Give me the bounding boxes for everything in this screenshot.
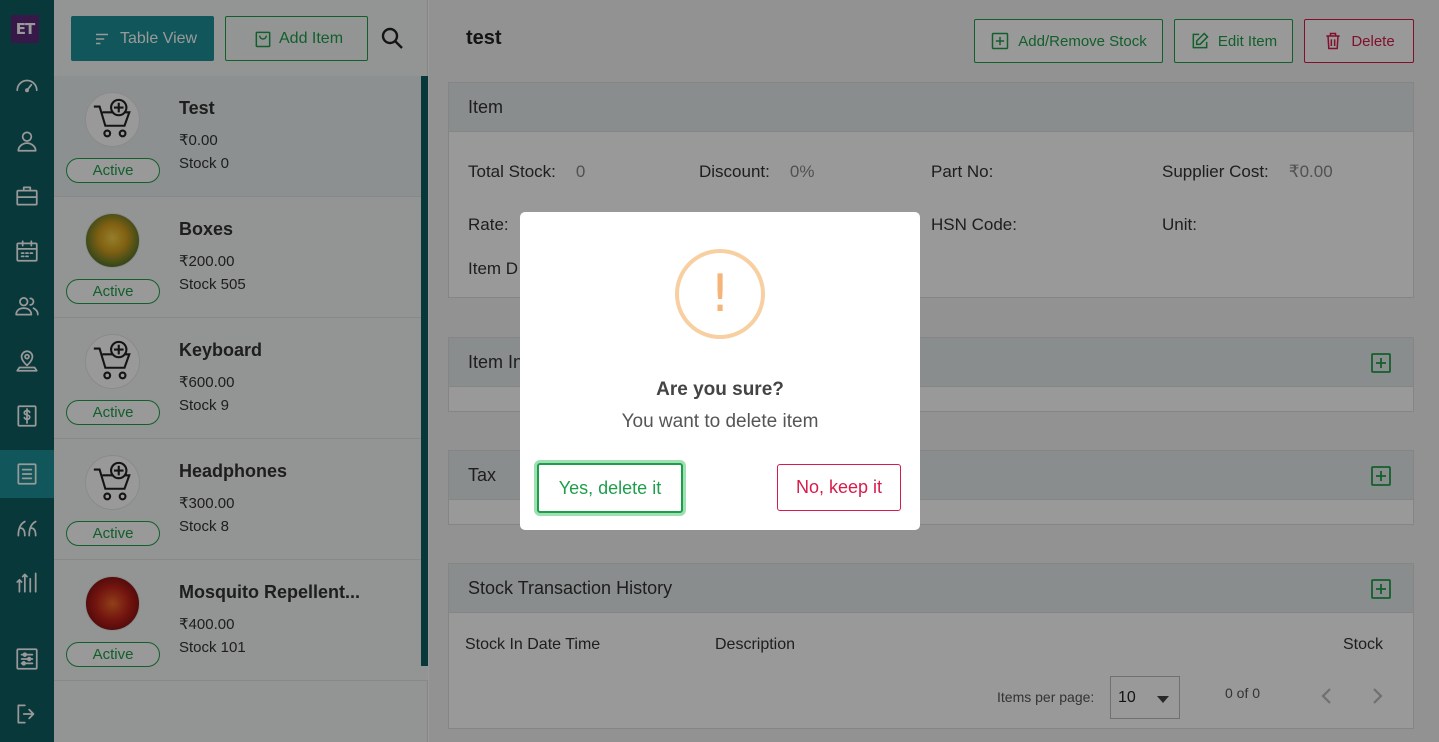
- warning-icon: !: [675, 249, 765, 339]
- confirm-delete-button[interactable]: Yes, delete it: [537, 463, 683, 513]
- confirm-delete-dialog: ! Are you sure? You want to delete item …: [520, 212, 920, 530]
- dialog-message: You want to delete item: [621, 411, 819, 432]
- dialog-title: Are you sure?: [656, 379, 784, 400]
- cancel-delete-button[interactable]: No, keep it: [777, 464, 901, 511]
